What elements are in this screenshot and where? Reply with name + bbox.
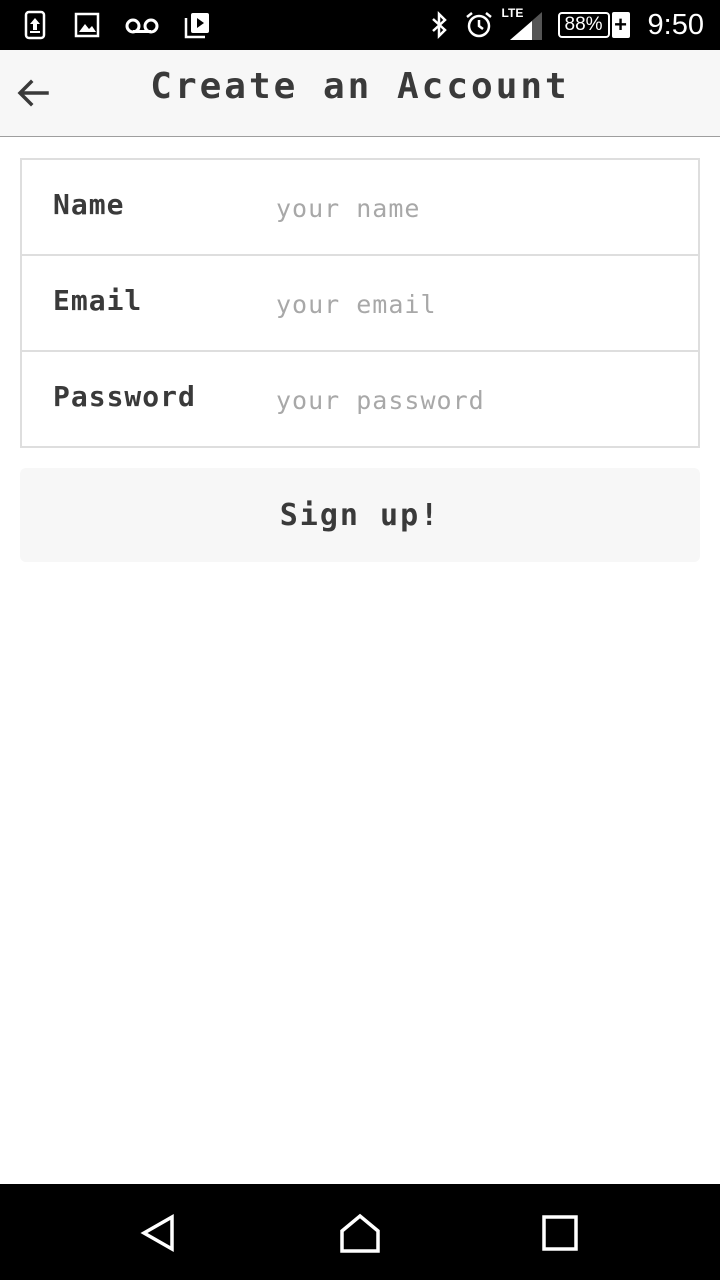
name-row: Name — [22, 160, 698, 256]
battery-percent: 88% — [557, 12, 610, 38]
nav-home-button[interactable] — [330, 1208, 390, 1258]
upload-icon — [20, 10, 50, 40]
image-icon — [72, 10, 102, 40]
system-icons: LTE 88% + 9:50 — [428, 6, 704, 44]
voicemail-icon — [124, 10, 160, 40]
name-label: Name — [53, 188, 125, 221]
back-triangle-icon — [140, 1213, 174, 1253]
navigation-bar — [0, 1184, 720, 1280]
home-icon — [340, 1213, 380, 1253]
bluetooth-icon — [428, 10, 450, 40]
nav-back-button[interactable] — [130, 1208, 190, 1258]
app-bar: Create an Account — [0, 50, 720, 137]
media-icon — [182, 10, 212, 40]
email-label: Email — [53, 284, 143, 317]
notification-icons — [20, 8, 212, 42]
email-input[interactable] — [276, 280, 676, 328]
recents-icon — [542, 1215, 578, 1251]
nav-recents-button[interactable] — [530, 1208, 590, 1258]
signup-form: Name Email Password — [20, 158, 700, 448]
password-input[interactable] — [276, 376, 676, 424]
password-label: Password — [53, 380, 196, 413]
password-row: Password — [22, 352, 698, 448]
status-bar: LTE 88% + 9:50 — [0, 0, 720, 50]
clock: 9:50 — [647, 8, 704, 41]
signal-icon: LTE — [502, 6, 544, 42]
page-title: Create an Account — [150, 66, 570, 107]
sign-up-button[interactable]: Sign up! — [20, 468, 700, 562]
name-input[interactable] — [276, 184, 676, 232]
email-row: Email — [22, 256, 698, 352]
alarm-icon — [464, 10, 494, 40]
battery-indicator: 88% + — [557, 11, 630, 39]
charging-icon: + — [611, 12, 630, 38]
